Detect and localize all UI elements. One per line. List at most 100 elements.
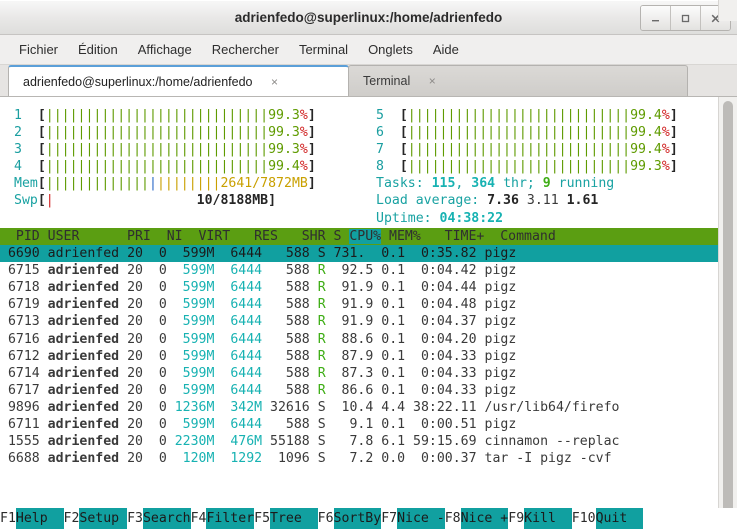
fnkey-label[interactable]: SortBy [333,508,382,529]
process-row[interactable]: 6719 adrienfed 20 0 599M 6444 588 R 91.9… [0,296,718,313]
meter-bracket-close: ] [307,108,316,123]
process-pid: 6715 [0,263,40,279]
sp [262,349,270,364]
fnkey-key[interactable]: F7 [381,508,398,529]
process-time: 0:04.20 [413,331,477,347]
sp [167,263,175,278]
process-row[interactable]: 9896 adrienfed 20 0 1236M 342M 32616 S 1… [0,399,718,416]
load-1min: 7.36 [487,193,519,209]
sp [326,314,334,329]
fnkey-key[interactable]: F9 [508,508,525,529]
process-row[interactable]: 1555 adrienfed 20 0 2230M 476M 55188 S 7… [0,433,718,450]
process-table-header[interactable]: PID USER PRI NI VIRT RES SHR S CPU% MEM%… [0,228,718,246]
tab-close-icon[interactable]: × [426,74,438,88]
menu-item-affichage[interactable]: Affichage [128,39,202,60]
fnkey-key[interactable]: F3 [127,508,143,529]
process-row[interactable]: 6714 adrienfed 20 0 599M 6444 588 R 87.3… [0,365,718,382]
htop-screen[interactable]: 1 [|||||||||||||||||||||||||||| 99.3%] 2 [… [0,97,718,529]
cpu-meter-row: 4 [|||||||||||||||||||||||||||| 99.4%] [14,158,316,175]
fnkey-key[interactable]: F8 [444,508,461,529]
sp [405,280,413,295]
sp [477,366,485,381]
process-row[interactable]: 6690 adrienfed 20 0 599M 6444 588 S 731.… [0,245,718,263]
sp [40,246,48,261]
process-virt: 599M [174,417,215,433]
process-res: 6444 [222,417,263,433]
sp [262,451,270,466]
meter-bar-segment: |||||||| [156,176,221,192]
process-command: tar -I pigz -cvf [484,451,612,467]
process-ni: 0 [142,314,167,330]
fnkey-label[interactable]: Search [142,508,191,529]
process-row[interactable]: 6688 adrienfed 20 0 120M 1292 1096 S 7.2… [0,450,718,467]
process-user: adrienfed [47,434,120,450]
fnkey-key[interactable]: F1 [0,508,16,529]
cpu-meter-percent: 99.4 [630,108,662,123]
fnkey-key[interactable]: F5 [254,508,271,529]
process-row[interactable]: 6711 adrienfed 20 0 599M 6444 588 S 9.1 … [0,416,718,433]
process-time: 38:22.11 [413,399,477,415]
process-mem: 0.1 [373,263,406,279]
maximize-button[interactable] [671,6,701,30]
fnkey-label[interactable]: Nice - [397,508,445,529]
sp [405,400,413,415]
tab-terminal[interactable]: Terminal × [348,65,688,96]
fnkey-label[interactable]: Help [15,508,64,529]
fnkey-label[interactable]: Filter [206,508,255,529]
process-row[interactable]: 6717 adrienfed 20 0 599M 6444 588 R 86.6… [0,382,718,399]
sp [167,332,175,347]
process-pri: 20 [119,246,143,262]
percent-sign: % [661,108,670,123]
sp [326,263,334,278]
process-time: 0:00.51 [413,417,477,433]
sp [262,400,270,415]
sp [310,280,318,295]
process-row[interactable]: 6712 adrienfed 20 0 599M 6444 588 R 87.9… [0,348,718,365]
process-row[interactable]: 6713 adrienfed 20 0 599M 6444 588 R 91.9… [0,313,718,330]
header-sort-column[interactable]: CPU% [349,229,382,244]
percent-sign: % [299,108,308,123]
fnkey-label[interactable]: Setup [79,508,128,529]
fnkey-key[interactable]: F4 [190,508,207,529]
process-user: adrienfed [47,297,120,313]
menu-item-terminal[interactable]: Terminal [289,39,358,60]
minimize-button[interactable] [641,6,671,30]
scrollbar-thumb[interactable] [723,101,733,526]
fnkey-label[interactable]: Kill [524,508,572,529]
meter-bracket-open: [ [399,142,408,158]
fnkey-label[interactable]: Nice + [460,508,509,529]
process-mem: 0.1 [373,348,406,364]
tab-close-icon[interactable]: × [269,75,281,89]
terminal-scrollbar[interactable] [718,97,737,529]
sp [167,314,175,329]
meter-bracket-open: [ [37,142,46,158]
process-command: pigz [484,297,517,313]
meter-bracket-close: ] [307,176,316,192]
fnkey-label[interactable]: Quit [595,508,644,529]
process-row[interactable]: 6716 adrienfed 20 0 599M 6444 588 R 88.6… [0,331,718,348]
process-pid: 6712 [0,348,40,364]
menu-item-fichier[interactable]: Fichier [9,39,68,60]
fnkey-key[interactable]: F2 [63,508,80,529]
menu-item-aide[interactable]: Aide [423,39,469,60]
tasks-sep: , [455,176,472,192]
fnkey-key[interactable]: F10 [571,508,596,529]
sp [477,332,485,347]
sp [40,434,48,449]
fnkey-key[interactable]: F6 [317,508,334,529]
sp [262,434,270,449]
cpu-meter-label: 5 [376,108,400,123]
menu-item-onglets[interactable]: Onglets [358,39,423,60]
meter-bar-segment: |||||||||||||||||||||||||||| [45,108,269,123]
fnkey-label[interactable]: Tree [270,508,318,529]
process-mem: 0.1 [373,417,406,433]
tab-adrienfedo-home[interactable]: adrienfedo@superlinux:/home/adrienfedo × [8,65,349,96]
process-command: pigz [484,263,517,279]
process-row[interactable]: 6715 adrienfed 20 0 599M 6444 588 R 92.5… [0,262,718,279]
process-command: pigz [484,348,517,364]
process-row[interactable]: 6718 adrienfed 20 0 599M 6444 588 R 91.9… [0,279,718,296]
menu-item-edition[interactable]: Édition [68,39,128,60]
process-mem: 0.1 [373,280,406,296]
menu-item-rechercher[interactable]: Rechercher [202,39,289,60]
process-user: adrienfed [47,348,120,364]
